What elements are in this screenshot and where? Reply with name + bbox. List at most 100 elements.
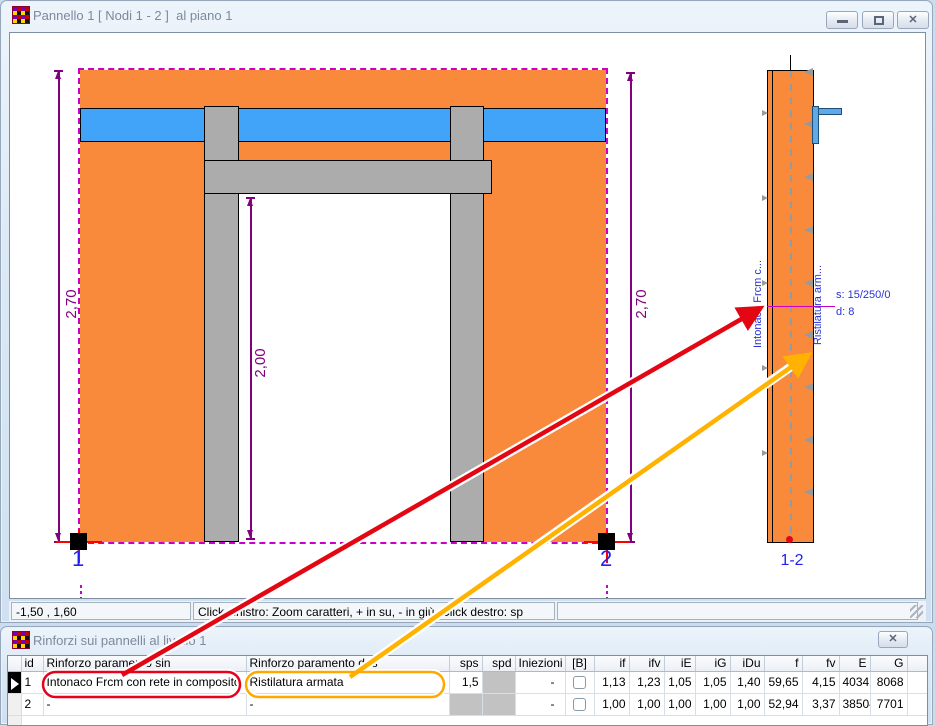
cell-filler	[907, 693, 927, 715]
cell-G[interactable]: 8068	[870, 671, 907, 693]
anchor-tick	[804, 173, 813, 181]
col-E[interactable]: E	[839, 656, 870, 671]
anchor-tick	[804, 68, 813, 76]
col-G[interactable]: G	[870, 656, 907, 671]
row-selector[interactable]	[8, 715, 21, 726]
cell-iG[interactable]: 1,00	[695, 693, 730, 715]
cell-iE[interactable]: 1,00	[664, 693, 695, 715]
close-button[interactable]: ✕	[897, 11, 929, 29]
drawing-window-titlebar[interactable]: Pannello 1 [ Nodi 1 - 2 ] al piano 1 ✕	[1, 1, 932, 29]
anchor-tick-left-face	[762, 195, 768, 201]
col-iniezioni[interactable]: Iniezioni	[515, 656, 565, 671]
side-label-right: Ristilatura arm...	[812, 260, 828, 350]
row-selector[interactable]	[8, 693, 21, 715]
dim-arrow	[247, 198, 253, 206]
restore-icon	[874, 16, 884, 25]
reinforcement-grid: id Rinforzo paramento sin Rinforzo param…	[7, 655, 928, 726]
col-fv[interactable]: fv	[802, 656, 839, 671]
cell-filler	[907, 671, 927, 693]
col-if[interactable]: if	[594, 656, 629, 671]
minimize-icon	[837, 20, 848, 23]
cell-rinforzo-des[interactable]: -	[246, 693, 449, 715]
col-ifv[interactable]: ifv	[629, 656, 664, 671]
table-close-button[interactable]: ✕	[878, 631, 908, 648]
cell-if[interactable]: 1,13	[594, 671, 629, 693]
col-spd[interactable]: spd	[482, 656, 515, 671]
table-window-titlebar[interactable]: Rinforzi sui pannelli al livello 1 ✕	[1, 627, 932, 653]
table-row: 2 - - - 1,00 1,00 1,00 1,00 1,00 52,94 3…	[8, 693, 927, 715]
node1-extension	[80, 585, 82, 599]
checkbox-icon[interactable]	[573, 676, 586, 689]
col-id[interactable]: id	[21, 656, 43, 671]
dimension-label-right: 2,70	[633, 282, 649, 326]
cell-iDu[interactable]: 1,40	[730, 671, 764, 693]
status-bar: -1,50 , 1,60 Click sinistro: Zoom caratt…	[9, 601, 926, 621]
cell-rinforzo-sin[interactable]: Intonaco Frcm con rete in composito	[43, 671, 246, 693]
anchor-tick	[804, 436, 813, 444]
cell-ifv[interactable]: 1,23	[629, 671, 664, 693]
cell-rinforzo-sin[interactable]: -	[43, 693, 246, 715]
empty-row-space	[21, 715, 927, 726]
table-row: 1 Intonaco Frcm con rete in composito Ri…	[8, 671, 927, 693]
section-base-node-dot	[786, 536, 793, 543]
panel-outline	[78, 68, 608, 544]
cell-ifv[interactable]: 1,00	[629, 693, 664, 715]
col-rinforzo-sin[interactable]: Rinforzo paramento sin	[43, 656, 246, 671]
dim-arrow	[55, 71, 61, 79]
cell-fv[interactable]: 4,15	[802, 671, 839, 693]
cell-iDu[interactable]: 1,00	[730, 693, 764, 715]
col-filler	[907, 656, 927, 671]
app-icon	[13, 632, 29, 648]
cell-if[interactable]: 1,00	[594, 693, 629, 715]
anchor-tick	[804, 383, 813, 391]
resize-grip[interactable]	[910, 605, 923, 618]
dimension-label-opening: 2,00	[252, 341, 268, 385]
spacing-annotation: s: 15/250/0	[836, 289, 890, 301]
cell-iniezioni[interactable]: -	[515, 671, 565, 693]
drawing-window-title: Pannello 1 [ Nodi 1 - 2 ] al piano 1	[33, 8, 232, 23]
cell-spd	[482, 671, 515, 693]
anchor-tick	[804, 488, 813, 496]
app-icon	[13, 7, 29, 23]
dim-arrow	[627, 533, 633, 541]
close-icon: ✕	[898, 13, 928, 26]
cell-E[interactable]: 40342	[839, 671, 870, 693]
cell-sps	[449, 693, 482, 715]
cell-fv[interactable]: 3,37	[802, 693, 839, 715]
cell-b[interactable]	[565, 693, 594, 715]
cell-iG[interactable]: 1,05	[695, 671, 730, 693]
dim-tick	[246, 538, 255, 540]
anchor-tick	[804, 226, 813, 234]
cell-iniezioni[interactable]: -	[515, 693, 565, 715]
cell-rinforzo-des[interactable]: Ristilatura armata	[246, 671, 449, 693]
col-sps[interactable]: sps	[449, 656, 482, 671]
current-row-indicator[interactable]	[8, 671, 21, 693]
restore-button[interactable]	[862, 11, 894, 29]
dimension-line-left	[58, 70, 60, 542]
col-f[interactable]: f	[764, 656, 802, 671]
minimize-button[interactable]	[826, 11, 858, 29]
col-iG[interactable]: iG	[695, 656, 730, 671]
close-icon: ✕	[879, 632, 907, 645]
cell-G[interactable]: 7701	[870, 693, 907, 715]
cell-id[interactable]: 1	[21, 671, 43, 693]
cell-id[interactable]: 2	[21, 693, 43, 715]
checkbox-icon[interactable]	[573, 698, 586, 711]
cell-f[interactable]: 52,94	[764, 693, 802, 715]
col-selector	[8, 656, 21, 671]
drawing-canvas[interactable]: 2,70 2,00 2,70 1 2	[9, 32, 926, 599]
section-node-pair-label: 1-2	[774, 552, 810, 570]
cell-b[interactable]	[565, 671, 594, 693]
col-iDu[interactable]: iDu	[730, 656, 764, 671]
cell-f[interactable]: 59,65	[764, 671, 802, 693]
col-rinforzo-des[interactable]: Rinforzo paramento des	[246, 656, 449, 671]
cell-iE[interactable]: 1,05	[664, 671, 695, 693]
cell-sps[interactable]: 1,5	[449, 671, 482, 693]
status-hint: Click sinistro: Zoom caratteri, + in su,…	[193, 602, 555, 620]
col-b[interactable]: [B]	[565, 656, 594, 671]
cell-E[interactable]: 38504	[839, 693, 870, 715]
status-coordinates: -1,50 , 1,60	[11, 602, 191, 620]
col-iE[interactable]: iE	[664, 656, 695, 671]
table-window-title: Rinforzi sui pannelli al livello 1	[33, 633, 206, 648]
node1-label: 1	[72, 546, 84, 572]
